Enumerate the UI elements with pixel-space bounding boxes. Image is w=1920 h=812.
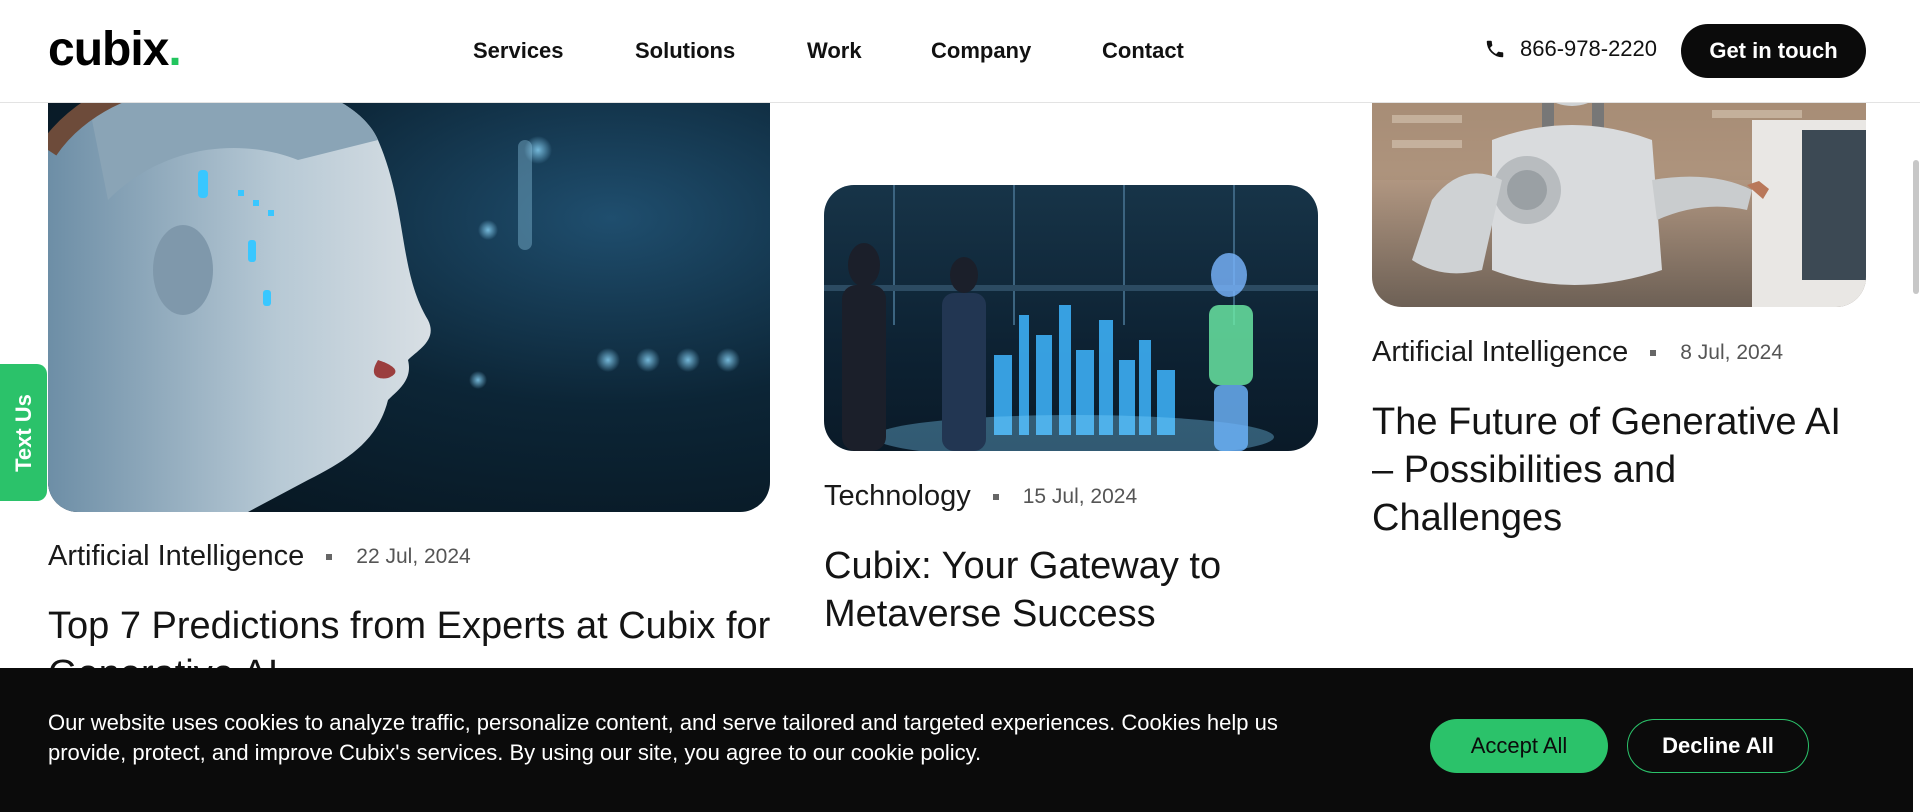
nav-services[interactable]: Services: [473, 38, 564, 64]
post-date: 15 Jul, 2024: [1022, 484, 1138, 508]
post-date: 22 Jul, 2024: [356, 544, 471, 568]
site-header: cubix. Services Solutions Work Company C…: [0, 0, 1920, 103]
page-scrollbar-thumb[interactable]: [1913, 160, 1919, 294]
text-us-tab[interactable]: Text Us: [0, 364, 47, 501]
post-meta: Artificial Intelligence 22 Jul, 2024: [48, 540, 471, 573]
post-meta: Technology 15 Jul, 2024: [824, 480, 1137, 513]
metaverse-hologram-illustration: [824, 185, 1318, 451]
cookie-message: Our website uses cookies to analyze traf…: [48, 710, 1278, 765]
nav-company[interactable]: Company: [931, 38, 1031, 64]
accept-all-button[interactable]: Accept All: [1430, 719, 1608, 773]
logo-dot: .: [168, 23, 181, 76]
post-title[interactable]: Cubix: Your Gateway to Metaverse Success: [824, 542, 1294, 638]
cubix-logo[interactable]: cubix.: [48, 22, 182, 77]
nav-work[interactable]: Work: [807, 38, 862, 64]
post-date: 8 Jul, 2024: [1680, 340, 1784, 364]
meta-separator: [992, 493, 999, 500]
phone-link[interactable]: 866-978-2220: [1484, 36, 1657, 62]
meta-separator: [326, 553, 333, 560]
logo-text: cubix: [48, 23, 169, 76]
meta-separator: [1650, 349, 1657, 356]
decline-all-button[interactable]: Decline All: [1627, 719, 1809, 773]
post-meta: Artificial Intelligence 8 Jul, 2024: [1372, 336, 1783, 369]
get-in-touch-button[interactable]: Get in touch: [1681, 24, 1866, 78]
nav-contact[interactable]: Contact: [1102, 38, 1184, 64]
phone-number: 866-978-2220: [1520, 36, 1658, 61]
post-category[interactable]: Technology: [824, 480, 971, 513]
post-image-ai-woman[interactable]: [48, 60, 770, 512]
nav-solutions[interactable]: Solutions: [635, 38, 735, 64]
post-image-metaverse[interactable]: [824, 185, 1318, 451]
robot-woman-illustration: [48, 72, 740, 512]
post-title[interactable]: The Future of Generative AI – Possibilit…: [1372, 398, 1872, 542]
post-category[interactable]: Artificial Intelligence: [1372, 336, 1628, 369]
post-category[interactable]: Artificial Intelligence: [48, 540, 304, 573]
cookie-banner: Our website uses cookies to analyze traf…: [0, 668, 1913, 812]
phone-icon: [1486, 40, 1504, 58]
text-us-label: Text Us: [10, 393, 36, 472]
